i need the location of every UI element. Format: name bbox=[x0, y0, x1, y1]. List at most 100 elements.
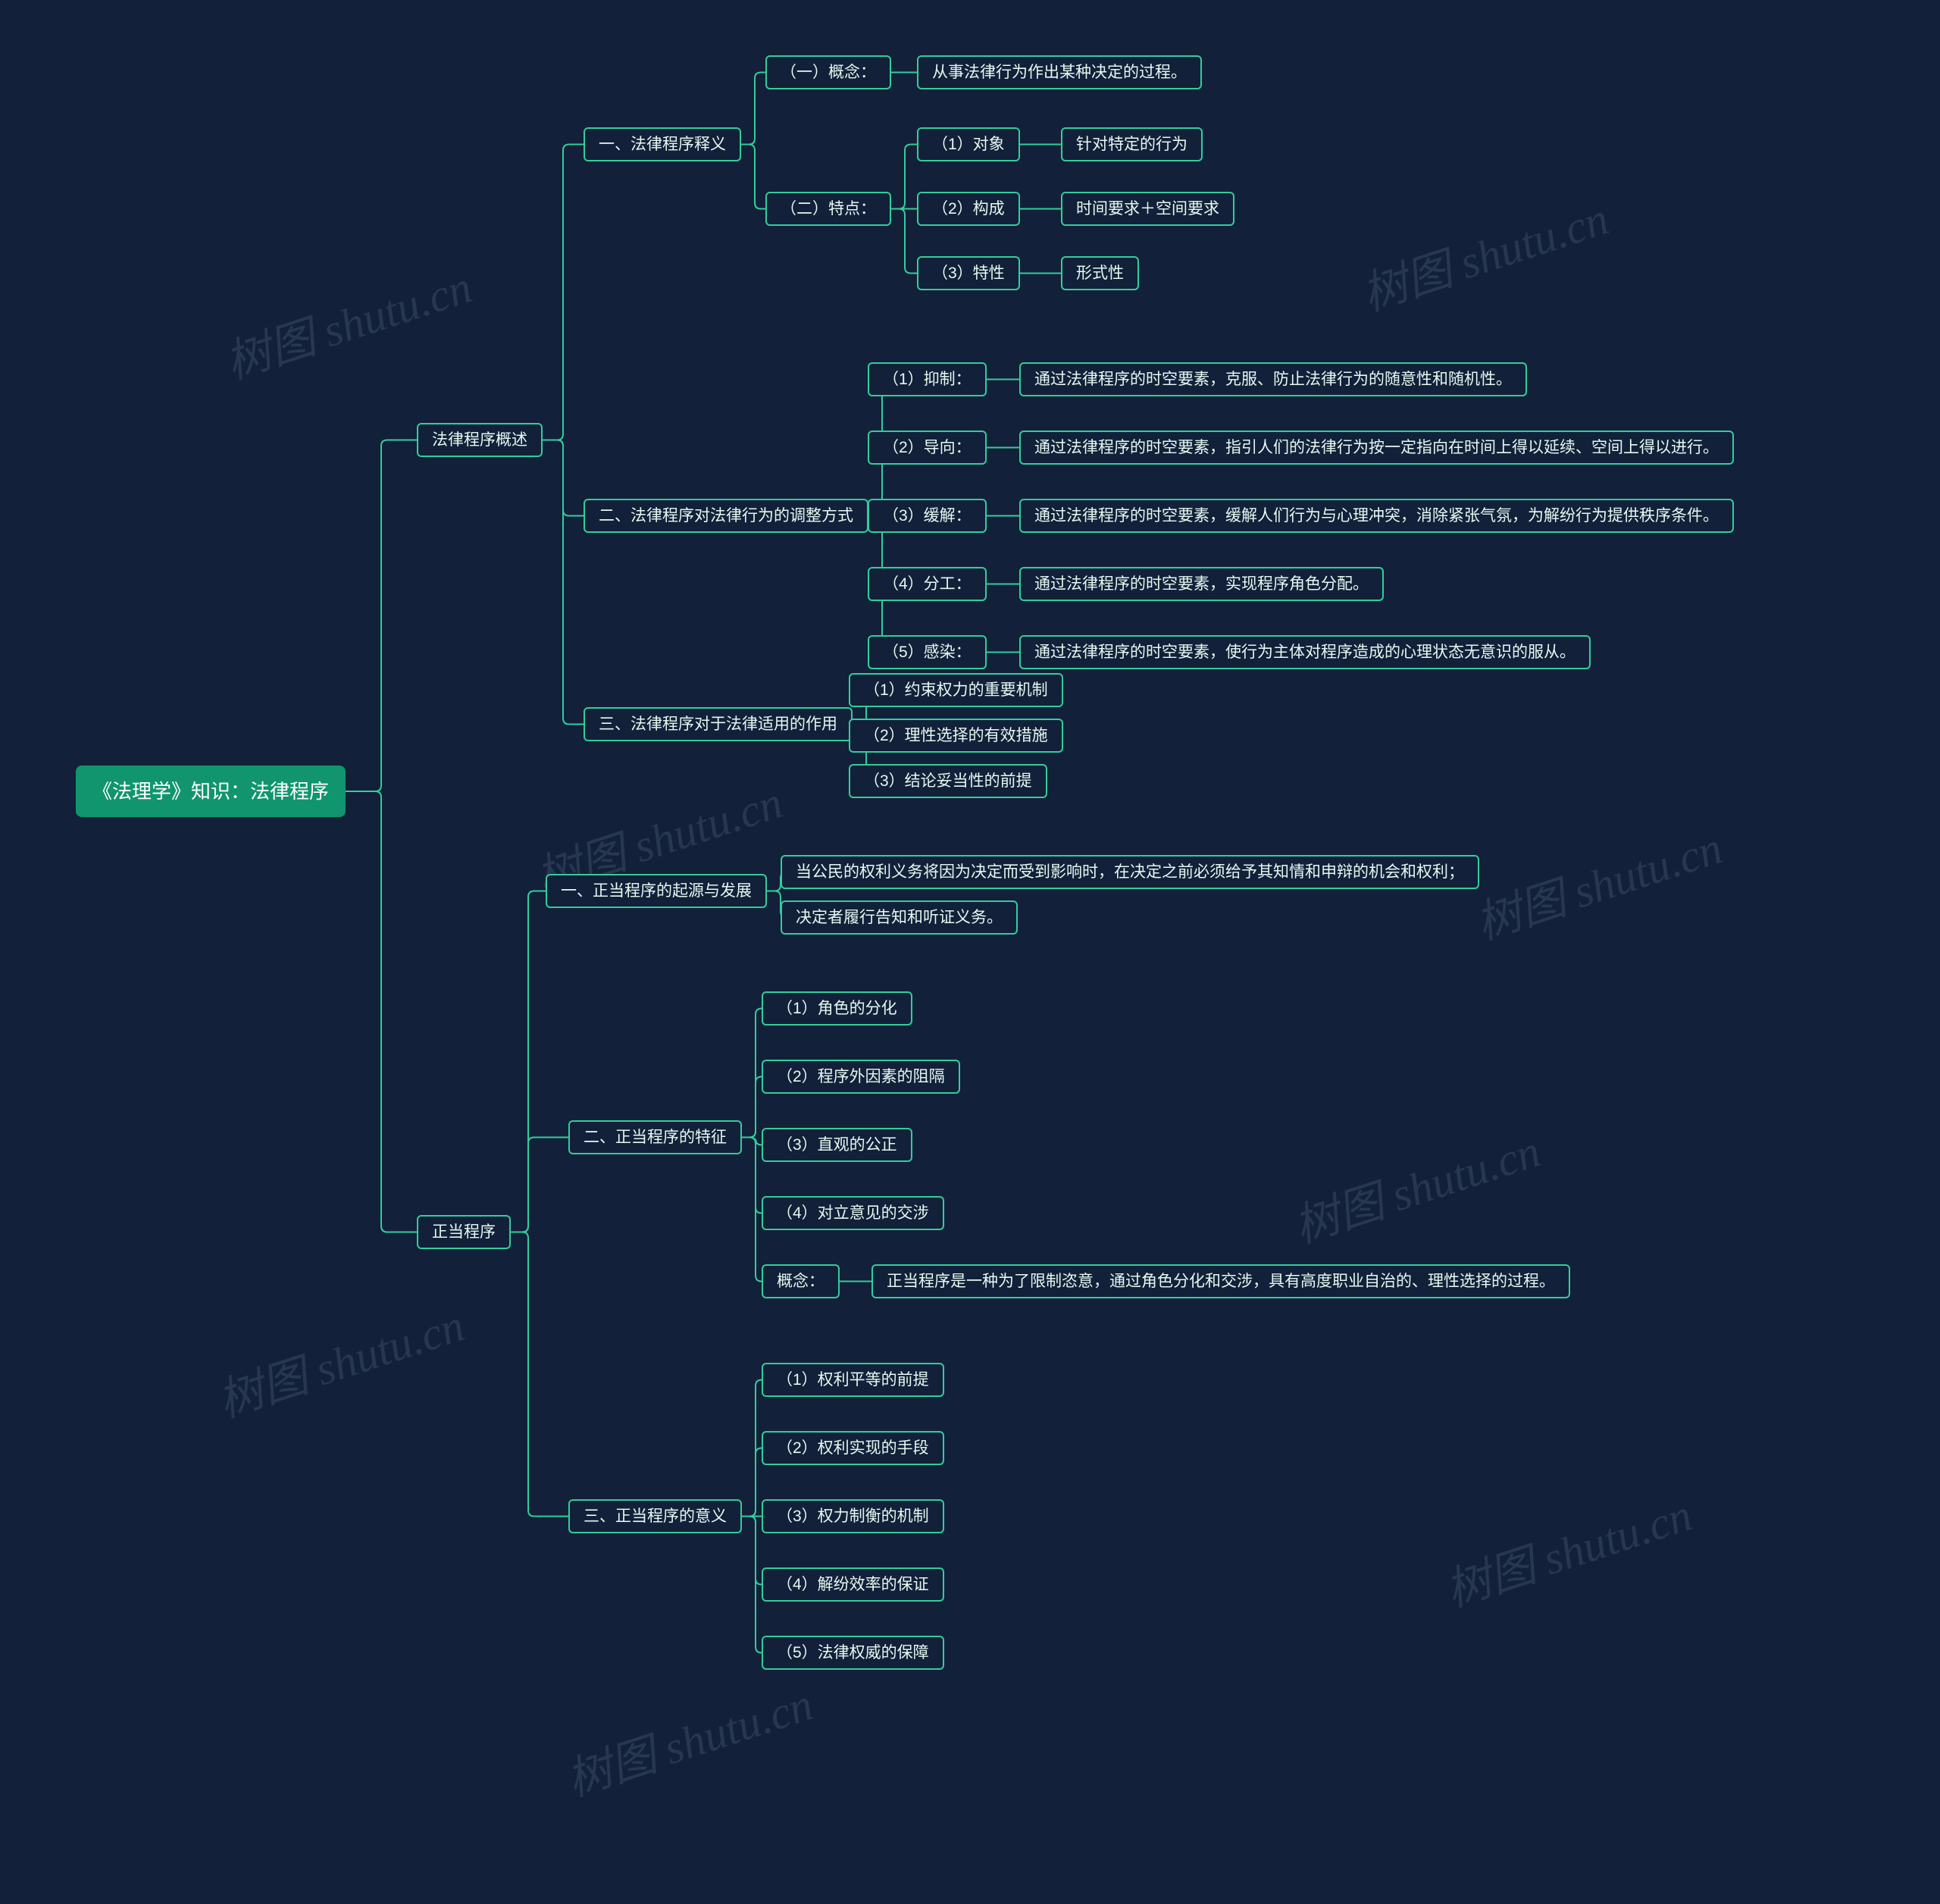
mindmap-node-label: 概念： bbox=[777, 1270, 824, 1292]
mindmap-node-label: （一）概念： bbox=[781, 61, 876, 83]
mindmap-node-a1b2[interactable]: （2）构成 bbox=[917, 192, 1020, 226]
mindmap-node-a2c1[interactable]: 通过法律程序的时空要素，缓解人们行为与心理冲突，消除紧张气氛，为解纷行为提供秩序… bbox=[1019, 499, 1734, 533]
mindmap-node-label: （3）特性 bbox=[932, 262, 1005, 284]
mindmap-node-label: （5）感染： bbox=[883, 641, 972, 663]
mindmap-node-label: 三、正当程序的意义 bbox=[584, 1505, 727, 1527]
mindmap-node-a1b1[interactable]: （1）对象 bbox=[917, 127, 1020, 161]
watermark: 树图 shutu.cn bbox=[1436, 1478, 1699, 1620]
mindmap-edge bbox=[511, 891, 546, 1232]
mindmap-node-b1a[interactable]: 当公民的权利义务将因为决定而受到影响时，在决定之前必须给予其知情和申辩的机会和权… bbox=[781, 855, 1479, 889]
mindmap-node-label: （1）角色的分化 bbox=[777, 997, 897, 1019]
mindmap-node-b3e[interactable]: （5）法律权威的保障 bbox=[762, 1636, 944, 1670]
mindmap-node-a2e1[interactable]: 通过法律程序的时空要素，使行为主体对程序造成的心理状态无意识的服从。 bbox=[1019, 635, 1591, 669]
mindmap-node-a2a[interactable]: （1）抑制： bbox=[868, 362, 987, 396]
mindmap-node-a[interactable]: 法律程序概述 bbox=[417, 423, 543, 457]
mindmap-node-label: （4）解纷效率的保证 bbox=[777, 1574, 929, 1596]
mindmap-edge bbox=[543, 440, 584, 725]
mindmap-node-label: 法律程序概述 bbox=[432, 429, 527, 451]
mindmap-node-a2a1[interactable]: 通过法律程序的时空要素，克服、防止法律行为的随意性和随机性。 bbox=[1019, 362, 1527, 396]
mindmap-node-b2b[interactable]: （2）程序外因素的阻隔 bbox=[762, 1060, 960, 1094]
mindmap-node-a1a[interactable]: （一）概念： bbox=[765, 55, 891, 89]
mindmap-node-b[interactable]: 正当程序 bbox=[417, 1215, 511, 1249]
mindmap-node-a3b[interactable]: （2）理性选择的有效措施 bbox=[849, 719, 1063, 753]
mindmap-node-b2a[interactable]: （1）角色的分化 bbox=[762, 991, 912, 1026]
mindmap-edge bbox=[742, 1517, 762, 1653]
mindmap-edge bbox=[742, 1380, 762, 1517]
mindmap-node-a3[interactable]: 三、法律程序对于法律适用的作用 bbox=[584, 707, 853, 741]
mindmap-node-label: 通过法律程序的时空要素，使行为主体对程序造成的心理状态无意识的服从。 bbox=[1034, 641, 1575, 663]
mindmap-node-b1[interactable]: 一、正当程序的起源与发展 bbox=[546, 874, 767, 908]
mindmap-node-b3d[interactable]: （4）解纷效率的保证 bbox=[762, 1567, 944, 1602]
mindmap-node-label: 时间要求＋空间要求 bbox=[1076, 198, 1219, 220]
mindmap-node-a2c[interactable]: （3）缓解： bbox=[868, 499, 987, 533]
watermark: 树图 shutu.cn bbox=[557, 1668, 820, 1809]
mindmap-node-label: 通过法律程序的时空要素，克服、防止法律行为的随意性和随机性。 bbox=[1034, 368, 1512, 390]
mindmap-node-label: （2）构成 bbox=[932, 198, 1005, 220]
mindmap-edge bbox=[742, 1138, 762, 1282]
mindmap-node-a2e[interactable]: （5）感染： bbox=[868, 635, 987, 669]
mindmap-node-b3[interactable]: 三、正当程序的意义 bbox=[568, 1499, 742, 1533]
mindmap-node-root[interactable]: 《法理学》知识：法律程序 bbox=[76, 766, 346, 817]
watermark: 树图 shutu.cn bbox=[1353, 182, 1616, 324]
mindmap-node-a2d[interactable]: （4）分工： bbox=[868, 567, 987, 601]
mindmap-edge bbox=[891, 209, 917, 274]
mindmap-node-a1b2x[interactable]: 时间要求＋空间要求 bbox=[1061, 192, 1234, 226]
mindmap-edge bbox=[742, 1448, 762, 1517]
mindmap-node-label: 通过法律程序的时空要素，缓解人们行为与心理冲突，消除紧张气氛，为解纷行为提供秩序… bbox=[1034, 505, 1719, 527]
mindmap-node-label: 二、法律程序对法律行为的调整方式 bbox=[599, 505, 853, 527]
watermark: 树图 shutu.cn bbox=[1466, 811, 1729, 953]
mindmap-node-label: （2）理性选择的有效措施 bbox=[864, 725, 1048, 747]
mindmap-node-b2c[interactable]: （3）直观的公正 bbox=[762, 1128, 912, 1162]
mindmap-node-label: 正当程序是一种为了限制恣意，通过角色分化和交涉，具有高度职业自治的、理性选择的过… bbox=[887, 1270, 1555, 1292]
mindmap-node-label: （2）导向： bbox=[883, 437, 972, 459]
mindmap-node-b2d[interactable]: （4）对立意见的交涉 bbox=[762, 1196, 944, 1230]
watermark: 树图 shutu.cn bbox=[216, 250, 479, 392]
mindmap-node-label: 正当程序 bbox=[432, 1221, 496, 1243]
mindmap-node-a3a[interactable]: （1）约束权力的重要机制 bbox=[849, 673, 1063, 707]
mindmap-edge bbox=[511, 1232, 568, 1517]
mindmap-node-b2e[interactable]: 概念： bbox=[762, 1264, 840, 1298]
mindmap-node-label: （1）约束权力的重要机制 bbox=[864, 679, 1048, 701]
mindmap-node-a1[interactable]: 一、法律程序释义 bbox=[584, 127, 741, 161]
mindmap-node-label: 通过法律程序的时空要素，指引人们的法律行为按一定指向在时间上得以延续、空间上得以… bbox=[1034, 437, 1719, 459]
mindmap-node-a1b1x[interactable]: 针对特定的行为 bbox=[1061, 127, 1203, 161]
mindmap-node-label: （3）权力制衡的机制 bbox=[777, 1505, 929, 1527]
mindmap-node-a1b3x[interactable]: 形式性 bbox=[1061, 256, 1139, 290]
mindmap-node-label: 《法理学》知识：法律程序 bbox=[92, 778, 329, 805]
mindmap-node-label: 三、法律程序对于法律适用的作用 bbox=[599, 713, 837, 735]
mindmap-node-a3c[interactable]: （3）结论妥当性的前提 bbox=[849, 764, 1047, 798]
mindmap-node-label: 通过法律程序的时空要素，实现程序角色分配。 bbox=[1034, 573, 1369, 595]
mindmap-node-a1b3[interactable]: （3）特性 bbox=[917, 256, 1020, 290]
mindmap-node-b3a[interactable]: （1）权利平等的前提 bbox=[762, 1363, 944, 1397]
mindmap-canvas: 树图 shutu.cn 树图 shutu.cn 树图 shutu.cn 树图 shut… bbox=[0, 0, 1940, 1904]
mindmap-node-label: （3）直观的公正 bbox=[777, 1134, 897, 1156]
mindmap-node-a1a1[interactable]: 从事法律行为作出某种决定的过程。 bbox=[917, 55, 1202, 89]
mindmap-node-a2[interactable]: 二、法律程序对法律行为的调整方式 bbox=[584, 499, 868, 533]
mindmap-node-b2[interactable]: 二、正当程序的特征 bbox=[568, 1120, 742, 1154]
mindmap-node-label: （4）分工： bbox=[883, 573, 972, 595]
mindmap-node-b3b[interactable]: （2）权利实现的手段 bbox=[762, 1431, 944, 1465]
mindmap-edge bbox=[741, 145, 765, 209]
mindmap-node-label: 从事法律行为作出某种决定的过程。 bbox=[932, 61, 1187, 83]
mindmap-node-label: 针对特定的行为 bbox=[1076, 133, 1187, 155]
mindmap-node-label: 形式性 bbox=[1076, 262, 1124, 284]
mindmap-edge bbox=[891, 145, 917, 209]
mindmap-node-b1b[interactable]: 决定者履行告知和听证义务。 bbox=[781, 900, 1018, 935]
mindmap-node-b2e1[interactable]: 正当程序是一种为了限制恣意，通过角色分化和交涉，具有高度职业自治的、理性选择的过… bbox=[871, 1264, 1570, 1298]
mindmap-node-label: （1）对象 bbox=[932, 133, 1005, 155]
mindmap-node-label: （4）对立意见的交涉 bbox=[777, 1202, 929, 1224]
mindmap-node-a1b[interactable]: （二）特点： bbox=[765, 192, 891, 226]
mindmap-node-label: 当公民的权利义务将因为决定而受到影响时，在决定之前必须给予其知情和申辩的机会和权… bbox=[796, 861, 1464, 883]
mindmap-node-label: （3）结论妥当性的前提 bbox=[864, 770, 1032, 792]
mindmap-node-a2b1[interactable]: 通过法律程序的时空要素，指引人们的法律行为按一定指向在时间上得以延续、空间上得以… bbox=[1019, 431, 1734, 465]
mindmap-node-label: 决定者履行告知和听证义务。 bbox=[796, 907, 1003, 929]
mindmap-node-b3c[interactable]: （3）权力制衡的机制 bbox=[762, 1499, 944, 1533]
mindmap-node-label: （2）权利实现的手段 bbox=[777, 1437, 929, 1459]
mindmap-edge bbox=[742, 1138, 762, 1145]
mindmap-node-label: （3）缓解： bbox=[883, 505, 972, 527]
mindmap-node-a2d1[interactable]: 通过法律程序的时空要素，实现程序角色分配。 bbox=[1019, 567, 1384, 601]
mindmap-node-label: 二、正当程序的特征 bbox=[584, 1126, 727, 1148]
mindmap-node-label: （1）权利平等的前提 bbox=[777, 1369, 929, 1391]
mindmap-node-label: （1）抑制： bbox=[883, 368, 972, 390]
mindmap-node-a2b[interactable]: （2）导向： bbox=[868, 431, 987, 465]
